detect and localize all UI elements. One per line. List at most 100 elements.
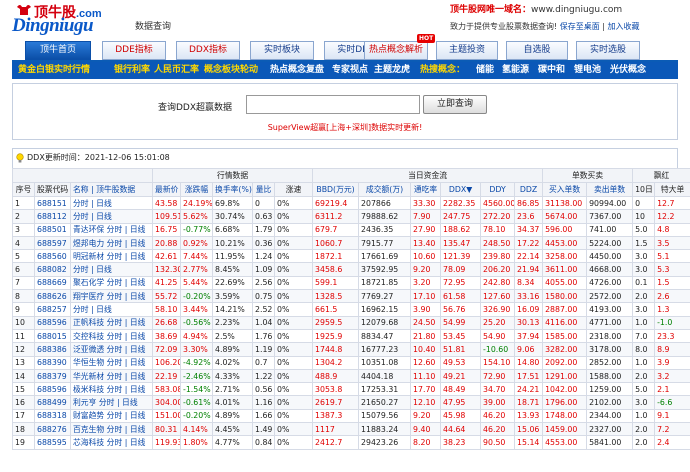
subnav-expert[interactable]: 专家视点 xyxy=(332,62,368,79)
table-cell: 34.37 xyxy=(514,222,544,237)
stock-code-link[interactable]: 688379 xyxy=(34,368,71,384)
stock-code-link[interactable]: 688626 xyxy=(34,289,71,304)
stock-name-links[interactable]: 聚石化学 分时 | 日线 xyxy=(69,275,154,291)
tab-stock-picker[interactable]: 实时选股 xyxy=(576,41,640,60)
table-cell: 12.10 xyxy=(410,395,442,410)
table-cell: 596.00 xyxy=(542,222,588,237)
stock-name-links[interactable]: 泛亚微透 分时 | 日线 xyxy=(69,342,154,357)
subnav-energy-storage[interactable]: 储能 xyxy=(476,62,494,79)
subnav-hot-review[interactable]: 热点概念复盘 xyxy=(270,62,324,79)
table-cell: 37592.95 xyxy=(358,262,412,277)
column-header[interactable]: 通吃率 xyxy=(410,182,442,197)
stock-code-link[interactable]: 688276 xyxy=(34,422,71,437)
tab-ddx[interactable]: DDX指标 xyxy=(176,41,240,60)
table-cell: 26.68 xyxy=(152,315,182,330)
column-header[interactable]: 卖出单数 xyxy=(586,182,634,197)
stock-name-links[interactable]: 煜邦电力 分时 | 日线 xyxy=(69,235,154,251)
stock-name-links[interactable]: 分时 | 日线 xyxy=(69,195,154,211)
stock-name-links[interactable]: 华光新材 分时 | 日线 xyxy=(69,368,154,384)
tab-theme-invest[interactable]: 主题投资 xyxy=(436,41,498,60)
table-cell: 30.74% xyxy=(212,209,254,224)
table-cell: 3.0 xyxy=(632,395,656,410)
table-cell: -4.92% xyxy=(180,355,214,370)
stock-code-link[interactable]: 688596 xyxy=(34,382,71,397)
column-header[interactable]: 成交额(万) xyxy=(358,182,412,197)
column-header[interactable]: DDX▼ xyxy=(440,182,482,197)
tab-watchlist[interactable]: 自选股 xyxy=(506,41,568,60)
search-button[interactable]: 立即查询 xyxy=(423,95,487,114)
subnav-lithium[interactable]: 锂电池 xyxy=(574,62,601,79)
subnav-carbon[interactable]: 碳中和 xyxy=(538,62,565,79)
table-cell: 7915.77 xyxy=(358,235,412,251)
table-cell: 5.1 xyxy=(654,249,690,264)
stock-code-link[interactable]: 688390 xyxy=(34,355,71,370)
stock-name-links[interactable]: 芯海科技 分时 | 日线 xyxy=(69,435,154,450)
tab-hot-concept[interactable]: 热点概念解析 xyxy=(364,41,428,60)
subnav-theme-dragon[interactable]: 主题龙虎 xyxy=(374,62,410,79)
column-header[interactable]: DDZ xyxy=(514,182,544,197)
table-cell: 6311.2 xyxy=(312,209,360,224)
column-header[interactable]: 涨跌幅 xyxy=(180,182,214,197)
stock-name-links[interactable]: 利元亨 分时 | 日线 xyxy=(69,395,154,410)
table-cell: -1.0 xyxy=(654,315,690,330)
stock-code-link[interactable]: 688669 xyxy=(34,275,71,291)
stock-name-links[interactable]: 华恒生物 分时 | 日线 xyxy=(69,355,154,370)
subnav-concept-rotation[interactable]: 概念板块轮动 xyxy=(204,62,258,79)
table-cell: 17.10 xyxy=(410,289,442,304)
tab-home[interactable]: 顶牛首页 xyxy=(25,41,91,60)
column-header[interactable]: BBD(万元) xyxy=(312,182,360,197)
stock-name-links[interactable]: 百克生物 分时 | 日线 xyxy=(69,422,154,437)
subnav-bank-rate[interactable]: 银行利率 xyxy=(114,62,150,79)
stock-name-links[interactable]: 青达环保 分时 | 日线 xyxy=(69,222,154,237)
stock-name-links[interactable]: 分时 | 日线 xyxy=(69,209,154,224)
stock-code-link[interactable]: 688595 xyxy=(34,435,71,450)
table-cell: 3458.6 xyxy=(312,262,360,277)
stock-code-link[interactable]: 688499 xyxy=(34,395,71,410)
stock-name-links[interactable]: 交控科技 分时 | 日线 xyxy=(69,328,154,344)
site-logo[interactable]: 顶牛股.com Dingniugu 数据查询 xyxy=(12,2,182,36)
table-cell: 2.77% xyxy=(180,262,214,277)
table-cell: 5.62% xyxy=(180,209,214,224)
stock-code-link[interactable]: 688082 xyxy=(34,262,71,277)
stock-code-link[interactable]: 688597 xyxy=(34,235,71,251)
table-cell: 9.20 xyxy=(410,262,442,277)
table-cell: 7.0 xyxy=(632,328,656,344)
stock-code-link[interactable]: 688386 xyxy=(34,342,71,357)
stock-name-links[interactable]: 分时 | 日线 xyxy=(69,262,154,277)
column-header[interactable]: DDY xyxy=(480,182,516,197)
stock-code-link[interactable]: 688151 xyxy=(34,195,71,211)
stock-name-links[interactable]: 财富趋势 分时 | 日线 xyxy=(69,408,154,424)
stock-name-links[interactable]: 分时 | 日线 xyxy=(69,302,154,317)
stock-code-link[interactable]: 688015 xyxy=(34,328,71,344)
stock-name-links[interactable]: 正帆科技 分时 | 日线 xyxy=(69,315,154,330)
tab-dde[interactable]: DDE指标 xyxy=(102,41,166,60)
subnav-pv[interactable]: 光伏概念 xyxy=(610,62,646,79)
stock-name-links[interactable]: 极米科技 分时 | 日线 xyxy=(69,382,154,397)
column-header[interactable]: 量比 xyxy=(252,182,276,197)
table-row: 8 688626 翔宇医疗 分时 | 日线 55.72 -0.20% 3.59% 0.75 0… xyxy=(12,289,690,304)
subnav-gold[interactable]: 黄金白银实时行情 xyxy=(18,62,90,79)
subnav-rmb[interactable]: 人民币汇率 xyxy=(154,62,199,79)
stock-code-link[interactable]: 688560 xyxy=(34,249,71,264)
stock-name-links[interactable]: 明冠新材 分时 | 日线 xyxy=(69,249,154,264)
table-cell: 0% xyxy=(274,275,314,291)
stock-name-links[interactable]: 翔宇医疗 分时 | 日线 xyxy=(69,289,154,304)
column-header[interactable]: 换手率(%) xyxy=(212,182,254,197)
stock-code-link[interactable]: 688257 xyxy=(34,302,71,317)
table-cell: 0% xyxy=(274,382,314,397)
stock-code-link[interactable]: 688596 xyxy=(34,315,71,330)
subnav-hydrogen[interactable]: 氢能源 xyxy=(502,62,529,79)
favorite-link[interactable]: 加入收藏 xyxy=(608,22,640,31)
tab-realtime-sector[interactable]: 实时板块 xyxy=(250,41,314,60)
save-desktop-link[interactable]: 保存至桌面 xyxy=(560,22,600,31)
stock-code-link[interactable]: 688112 xyxy=(34,209,71,224)
table-cell: -1.54% xyxy=(180,382,214,397)
stock-code-link[interactable]: 688318 xyxy=(34,408,71,424)
table-cell: 8834.47 xyxy=(358,328,412,344)
stock-code-link[interactable]: 688501 xyxy=(34,222,71,237)
column-header[interactable]: 买入单数 xyxy=(542,182,588,197)
column-header[interactable]: 最新价 xyxy=(152,182,182,197)
table-cell: 4453.00 xyxy=(542,235,588,251)
search-input[interactable] xyxy=(246,95,420,114)
column-header[interactable]: 名称 | 顶牛股数据 xyxy=(69,182,154,197)
